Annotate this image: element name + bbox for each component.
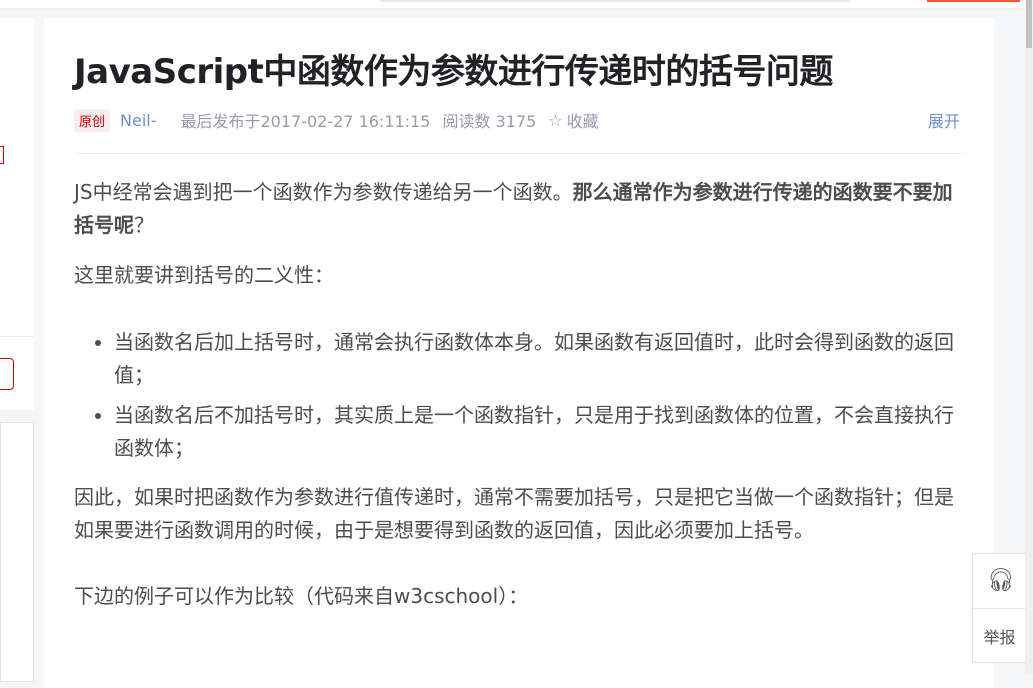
- floating-toolbar: 🎧︎ 举报: [972, 553, 1027, 663]
- star-icon[interactable]: ☆: [548, 111, 562, 130]
- article-content: JS中经常会遇到把一个函数作为参数传递给另一个函数。那么通常作为参数进行传递的函…: [74, 176, 956, 630]
- article-title: JavaScript中函数作为参数进行传递时的括号问题: [74, 52, 833, 92]
- article-meta: 原创 Neil- 最后发布于2017-02-27 16:11:15 阅读数 31…: [74, 108, 960, 132]
- sidebar-panel: [0, 422, 34, 682]
- scrollbar[interactable]: [1025, 0, 1033, 675]
- search-box[interactable]: [380, 0, 850, 2]
- paragraph: 这里就要讲到括号的二义性：: [74, 263, 334, 287]
- publish-button[interactable]: [927, 0, 1020, 2]
- headset-icon[interactable]: 🎧︎: [987, 568, 1015, 593]
- original-badge: 原创: [74, 108, 111, 132]
- paragraph: JS中经常会遇到把一个函数作为参数传递给另一个函数。那么通常作为参数进行传递的函…: [74, 176, 956, 242]
- list-item: 当函数名后不加括号时，其实质上是一个函数指针，只是用于找到函数体的位置，不会直接…: [114, 399, 956, 465]
- divider: [0, 336, 34, 337]
- article: JavaScript中函数作为参数进行传递时的括号问题 原创 Neil- 最后发…: [44, 18, 994, 688]
- favorite-button[interactable]: 收藏: [567, 108, 599, 132]
- sidebar-badge: [0, 146, 4, 164]
- top-navbar: [0, 0, 1025, 8]
- read-count: 阅读数 3175: [442, 112, 537, 131]
- expand-link[interactable]: 展开: [928, 108, 960, 132]
- list-item: 当函数名后加上括号时，通常会执行函数体本身。如果函数有返回值时，此时会得到函数的…: [114, 326, 956, 392]
- bullet-list: 当函数名后加上括号时，通常会执行函数体本身。如果函数有返回值时，此时会得到函数的…: [114, 326, 956, 465]
- scrollbar-thumb[interactable]: [1026, 0, 1032, 48]
- follow-button[interactable]: [0, 358, 14, 390]
- paragraph: 下边的例子可以作为比较（代码来自w3cschool）：: [74, 584, 529, 608]
- report-button[interactable]: 举报: [973, 624, 1026, 648]
- author-link[interactable]: Neil-: [120, 111, 156, 130]
- divider: [973, 608, 1026, 609]
- paragraph: 因此，如果时把函数作为参数进行值传递时，通常不需要加括号，只是把它当做一个函数指…: [74, 485, 954, 542]
- sidebar-author-card: [0, 18, 34, 410]
- text: JS中经常会遇到把一个函数作为参数传递给另一个函数。: [74, 180, 573, 204]
- divider: [74, 153, 964, 154]
- publish-time: 最后发布于2017-02-27 16:11:15: [180, 112, 431, 131]
- text: ？: [134, 213, 154, 237]
